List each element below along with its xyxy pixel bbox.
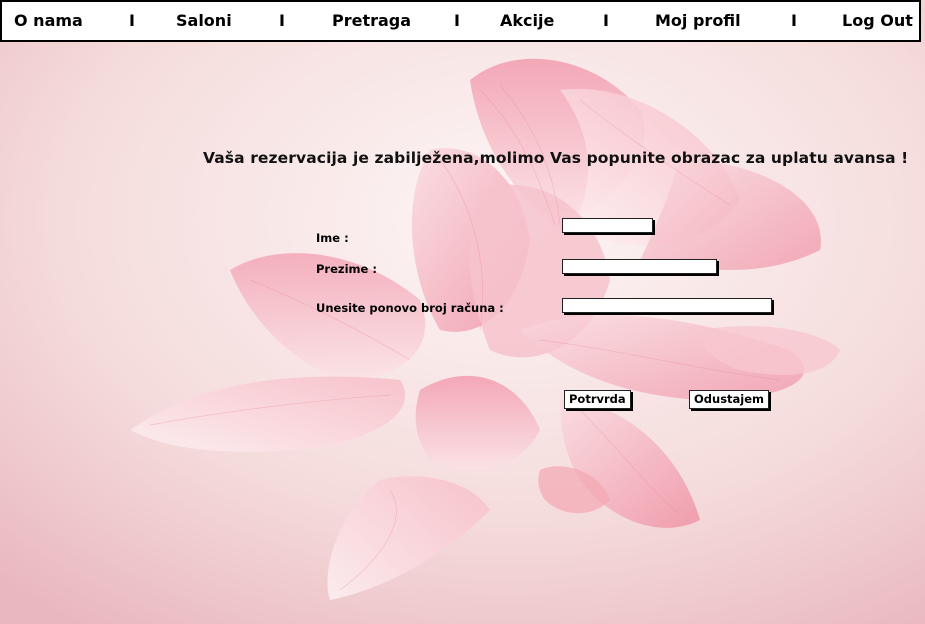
nav-separator: I — [129, 11, 135, 30]
first-name-input[interactable] — [562, 218, 653, 233]
cancel-button[interactable]: Odustajem — [689, 390, 770, 409]
nav-separator: I — [279, 11, 285, 30]
nav-item-o-nama[interactable]: O nama — [14, 12, 83, 30]
nav-item-pretraga[interactable]: Pretraga — [332, 12, 411, 30]
nav-item-akcije[interactable]: Akcije — [500, 12, 554, 30]
nav-item-saloni[interactable]: Saloni — [176, 12, 232, 30]
nav-item-moj-profil[interactable]: Moj profil — [655, 12, 741, 30]
last-name-input[interactable] — [562, 259, 717, 274]
first-name-label: Ime : — [316, 231, 349, 245]
confirm-button[interactable]: Potrvrda — [564, 390, 631, 409]
nav-separator: I — [791, 11, 797, 30]
nav-item-log-out[interactable]: Log Out — [842, 12, 913, 30]
last-name-label: Prezime : — [316, 262, 377, 276]
nav-separator: I — [603, 11, 609, 30]
top-navigation-bar: O nama I Saloni I Pretraga I Akcije I Mo… — [0, 0, 921, 42]
account-number-input[interactable] — [562, 298, 772, 313]
reservation-heading: Vaša rezervacija je zabilježena,molimo V… — [203, 149, 909, 167]
nav-separator: I — [454, 11, 460, 30]
account-number-label: Unesite ponovo broj računa : — [316, 301, 504, 315]
